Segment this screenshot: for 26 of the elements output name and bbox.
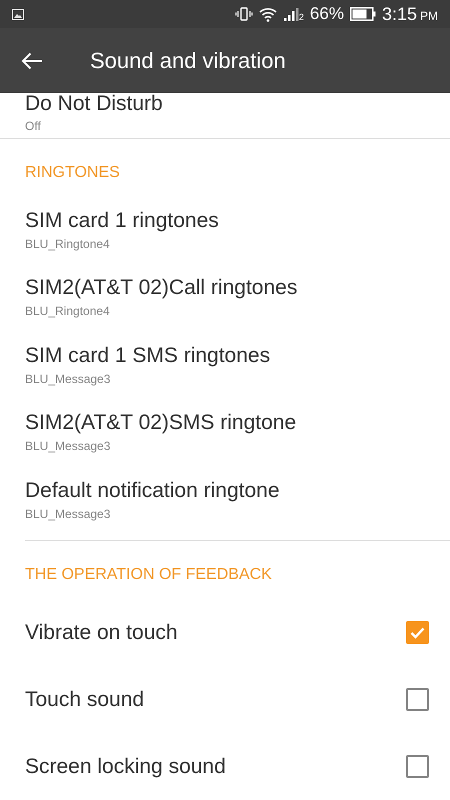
- settings-item[interactable]: Default notification ringtone BLU_Message3: [0, 466, 450, 534]
- setting-label: Touch sound: [25, 686, 144, 713]
- checkmark-icon: [410, 626, 425, 639]
- wifi-icon: [258, 6, 277, 22]
- settings-item[interactable]: SIM2(AT&T 02)SMS ringtone BLU_Message3: [0, 399, 450, 467]
- settings-item[interactable]: SIM card 1 ringtones BLU_Ringtone4: [0, 196, 450, 264]
- setting-label: Screen locking sound: [25, 754, 226, 780]
- section-header: RINGTONES: [24, 162, 121, 183]
- battery-icon: [350, 7, 376, 21]
- settings-item[interactable]: SIM2(AT&T 02)Call ringtones BLU_Ringtone4: [0, 264, 450, 332]
- screen-title: Sound and vibration: [90, 47, 286, 75]
- signal-icon: [282, 6, 299, 22]
- checkbox[interactable]: [406, 688, 429, 712]
- clock-meridiem: PM: [420, 8, 438, 24]
- clock-time: 3:15: [382, 2, 417, 26]
- vibrate-icon: [234, 6, 253, 22]
- settings-item[interactable]: Do Not Disturb Off: [0, 93, 450, 139]
- back-arrow-icon: [21, 52, 43, 70]
- battery-percent: 66%: [310, 3, 344, 26]
- checkbox[interactable]: [406, 755, 429, 778]
- section-header: THE OPERATION OF FEEDBACK: [24, 565, 273, 586]
- settings-item[interactable]: SIM card 1 SMS ringtones BLU_Message3: [0, 332, 450, 400]
- setting-label: Vibrate on touch: [25, 620, 178, 646]
- checkbox[interactable]: [406, 621, 429, 644]
- sim-index: 2: [298, 12, 304, 22]
- image-icon: [12, 8, 24, 20]
